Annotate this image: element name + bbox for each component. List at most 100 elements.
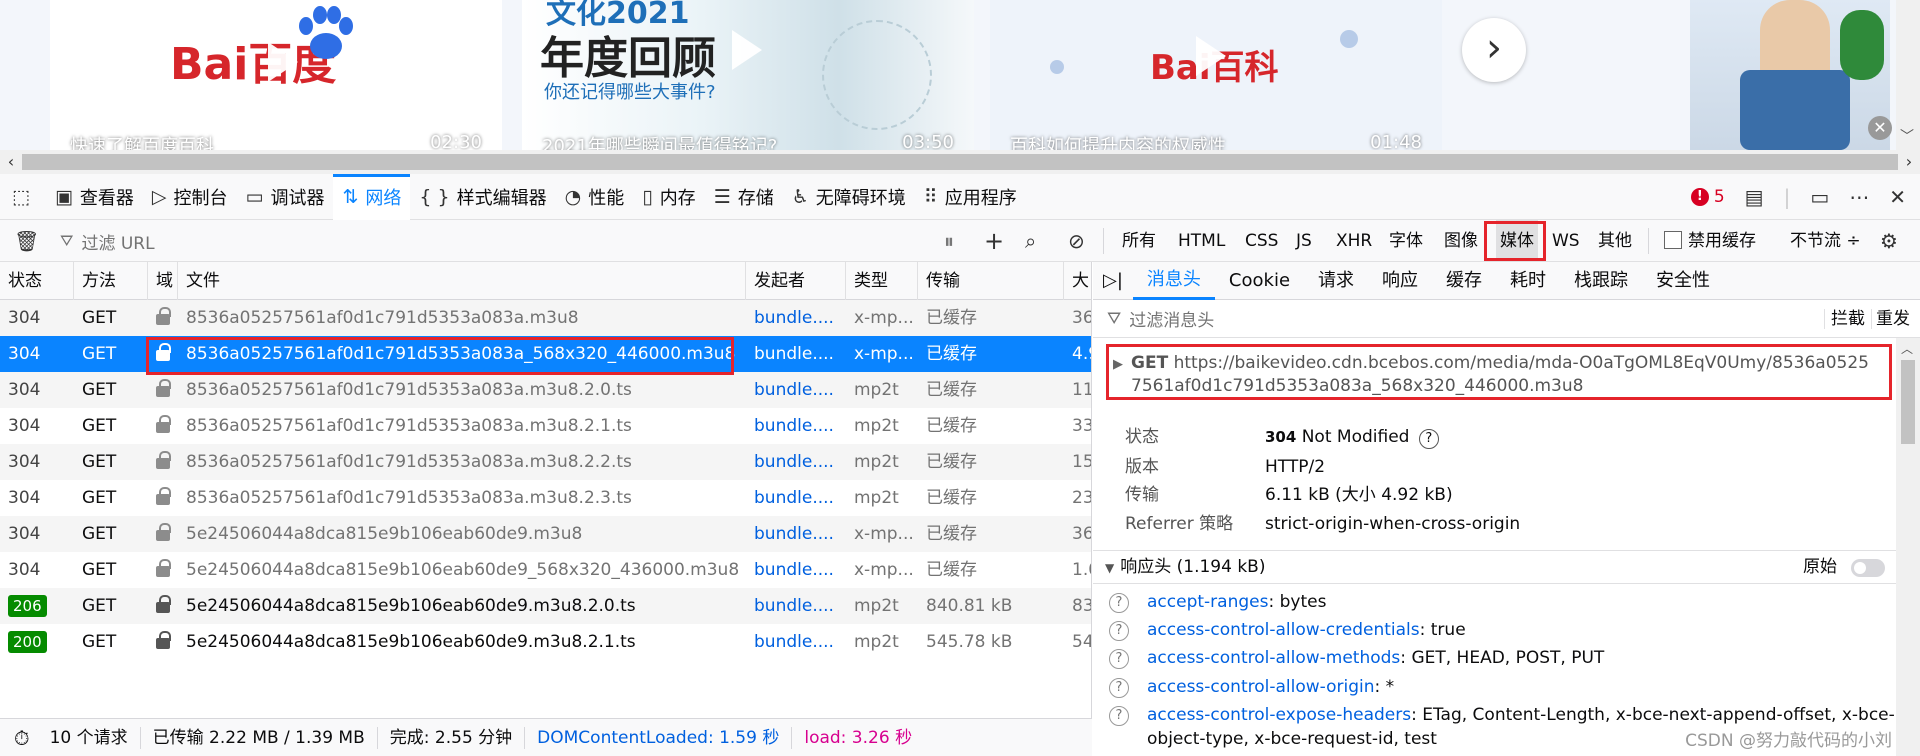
col-size[interactable]: 大: [1064, 262, 1091, 300]
chevron-up-icon[interactable]: ︿: [1901, 340, 1913, 357]
cell-initiator[interactable]: bundle....: [746, 336, 846, 372]
col-transfer[interactable]: 传输: [918, 262, 1064, 300]
filter-type-html[interactable]: HTML: [1178, 220, 1225, 262]
help-icon[interactable]: ?: [1418, 429, 1439, 449]
table-row[interactable]: 304 GET 8536a05257561af0d1c791d5353a083a.m…: [0, 372, 1091, 408]
cell-initiator[interactable]: bundle....: [746, 516, 846, 552]
close-devtools-icon[interactable]: ✕: [1889, 185, 1906, 209]
tab-security[interactable]: 安全性: [1642, 262, 1724, 300]
settings-gear-icon[interactable]: ⚙: [1880, 220, 1898, 262]
col-file[interactable]: 文件: [178, 262, 746, 300]
memory-icon: ▯: [642, 185, 653, 208]
scrollbar-thumb[interactable]: [1901, 360, 1915, 444]
horizontal-scrollbar[interactable]: ‹ ›: [0, 150, 1920, 174]
filter-type-js[interactable]: JS: [1296, 220, 1312, 262]
response-headers-section[interactable]: ▼ 响应头 (1.194 kB) 原始: [1093, 550, 1903, 584]
pause-icon[interactable]: ⏸: [944, 220, 954, 262]
tab-cache[interactable]: 缓存: [1432, 262, 1496, 300]
responsive-design-icon[interactable]: ▭: [1810, 185, 1829, 209]
table-row[interactable]: 304 GET 5e24506044a8dca815e9b106eab60de9_5…: [0, 552, 1091, 588]
cell-initiator[interactable]: bundle....: [746, 372, 846, 408]
filter-type-xhr[interactable]: XHR: [1336, 220, 1372, 262]
performance-icon: ◔: [564, 185, 582, 208]
toggle-sidebar-icon[interactable]: ▷|: [1093, 270, 1133, 291]
summary-transfer: 传输 6.11 kB (大小 4.92 kB): [1125, 485, 1453, 505]
scrollbar-thumb[interactable]: [22, 154, 1898, 170]
table-row[interactable]: 206 GET 5e24506044a8dca815e9b106eab60de9.m…: [0, 588, 1091, 624]
video-thumb-2[interactable]: 文化2021 年度回顾 你还记得哪些大事件? 2021年哪些瞬间最值得铭记? 03…: [522, 0, 974, 150]
col-status[interactable]: 状态: [0, 262, 74, 300]
tab-console[interactable]: ▷ 控制台: [143, 174, 237, 220]
chevron-right-icon[interactable]: ›: [1462, 18, 1526, 82]
tab-cookies[interactable]: Cookie: [1215, 262, 1304, 300]
filter-type-image[interactable]: 图像: [1444, 220, 1478, 262]
cell-initiator[interactable]: bundle....: [746, 444, 846, 480]
filter-url-input[interactable]: ⛛ 过滤 URL: [60, 228, 920, 254]
tab-inspector[interactable]: ▣ 查看器: [46, 174, 143, 220]
filter-type-other[interactable]: 其他: [1598, 220, 1632, 262]
add-icon[interactable]: +: [984, 220, 1004, 262]
more-options-icon[interactable]: ⋯: [1849, 185, 1869, 209]
table-row[interactable]: 304 GET 8536a05257561af0d1c791d5353a083a.m…: [0, 480, 1091, 516]
strip-vscroll[interactable]: ﹀: [1896, 0, 1920, 150]
error-count-badge[interactable]: ! 5: [1690, 187, 1725, 207]
tab-stack-trace[interactable]: 栈跟踪: [1560, 262, 1642, 300]
col-initiator[interactable]: 发起者: [746, 262, 846, 300]
filter-type-all[interactable]: 所有: [1122, 220, 1156, 262]
filter-type-css[interactable]: CSS: [1245, 220, 1278, 262]
table-row[interactable]: 200 GET 5e24506044a8dca815e9b106eab60de9.m…: [0, 624, 1091, 660]
tab-network[interactable]: ⇅ 网络: [333, 173, 411, 220]
table-row[interactable]: 304 GET 8536a05257561af0d1c791d5353a083a.m…: [0, 300, 1091, 336]
filter-headers-input[interactable]: ⛛ 过滤消息头 拦截 重发: [1093, 300, 1920, 338]
header-row[interactable]: ? access-control-allow-origin: *: [1109, 675, 1899, 699]
block-button[interactable]: 拦截: [1824, 309, 1871, 329]
trash-icon[interactable]: 🗑: [14, 220, 39, 262]
play-icon[interactable]: [268, 42, 298, 82]
play-icon[interactable]: [732, 30, 762, 70]
table-row[interactable]: 304 GET 8536a05257561af0d1c791d5353a083a.m…: [0, 444, 1091, 480]
tab-style-editor[interactable]: { } 样式编辑器: [410, 174, 555, 220]
header-row[interactable]: ? accept-ranges: bytes: [1109, 590, 1899, 614]
scroll-left-icon[interactable]: ‹: [0, 150, 22, 174]
table-row[interactable]: 304 GET 5e24506044a8dca815e9b106eab60de9.m…: [0, 516, 1091, 552]
tab-response[interactable]: 响应: [1368, 262, 1432, 300]
play-icon[interactable]: [1196, 36, 1226, 76]
tab-timings[interactable]: 耗时: [1496, 262, 1560, 300]
tab-headers[interactable]: 消息头: [1132, 262, 1215, 300]
table-row[interactable]: 304 GET 8536a05257561af0d1c791d5353a083a.m…: [0, 408, 1091, 444]
cell-initiator[interactable]: bundle....: [746, 624, 846, 660]
scroll-right-icon[interactable]: ›: [1898, 150, 1920, 174]
details-scrollbar[interactable]: ︿: [1896, 338, 1920, 756]
tab-accessibility[interactable]: ♿ 无障碍环境: [783, 174, 915, 220]
split-console-icon[interactable]: ▤: [1745, 185, 1764, 209]
cell-initiator[interactable]: bundle....: [746, 552, 846, 588]
pick-element-button[interactable]: ⬚: [0, 174, 46, 220]
col-type[interactable]: 类型: [846, 262, 918, 300]
resend-button[interactable]: 重发: [1871, 309, 1914, 329]
filter-type-ws[interactable]: WS: [1552, 220, 1580, 262]
tab-debugger[interactable]: ▭ 调试器: [237, 174, 334, 220]
search-icon[interactable]: ⌕: [1025, 220, 1036, 262]
header-row[interactable]: ? access-control-allow-credentials: true: [1109, 618, 1899, 642]
disable-cache-checkbox[interactable]: 禁用缓存: [1664, 220, 1756, 262]
block-icon[interactable]: ⊘: [1068, 220, 1085, 262]
header-row[interactable]: ? access-control-allow-methods: GET, HEAD…: [1109, 646, 1899, 670]
col-domain[interactable]: 域: [148, 262, 178, 300]
tab-memory[interactable]: ▯ 内存: [633, 174, 704, 220]
tab-application[interactable]: ⠿ 应用程序: [915, 174, 1026, 220]
raw-toggle[interactable]: [1851, 559, 1885, 577]
cell-initiator[interactable]: bundle....: [746, 300, 846, 336]
chevron-down-icon[interactable]: ﹀: [1900, 126, 1914, 146]
video-thumb-1[interactable]: Bai百度 快速了解百度百科 02:30: [50, 0, 502, 150]
tab-storage[interactable]: ☰ 存储: [705, 174, 783, 220]
cell-initiator[interactable]: bundle....: [746, 588, 846, 624]
col-method[interactable]: 方法: [74, 262, 148, 300]
tab-request[interactable]: 请求: [1304, 262, 1368, 300]
close-icon[interactable]: ✕: [1868, 116, 1892, 140]
cell-initiator[interactable]: bundle....: [746, 408, 846, 444]
tab-performance[interactable]: ◔ 性能: [556, 174, 634, 220]
throttle-select[interactable]: 不节流 ÷: [1790, 220, 1861, 262]
filter-type-font[interactable]: 字体: [1389, 220, 1423, 262]
video-thumb-3[interactable]: Bai百科 百科如何提升内容的权威性 01:48: [990, 0, 1442, 150]
cell-initiator[interactable]: bundle....: [746, 480, 846, 516]
